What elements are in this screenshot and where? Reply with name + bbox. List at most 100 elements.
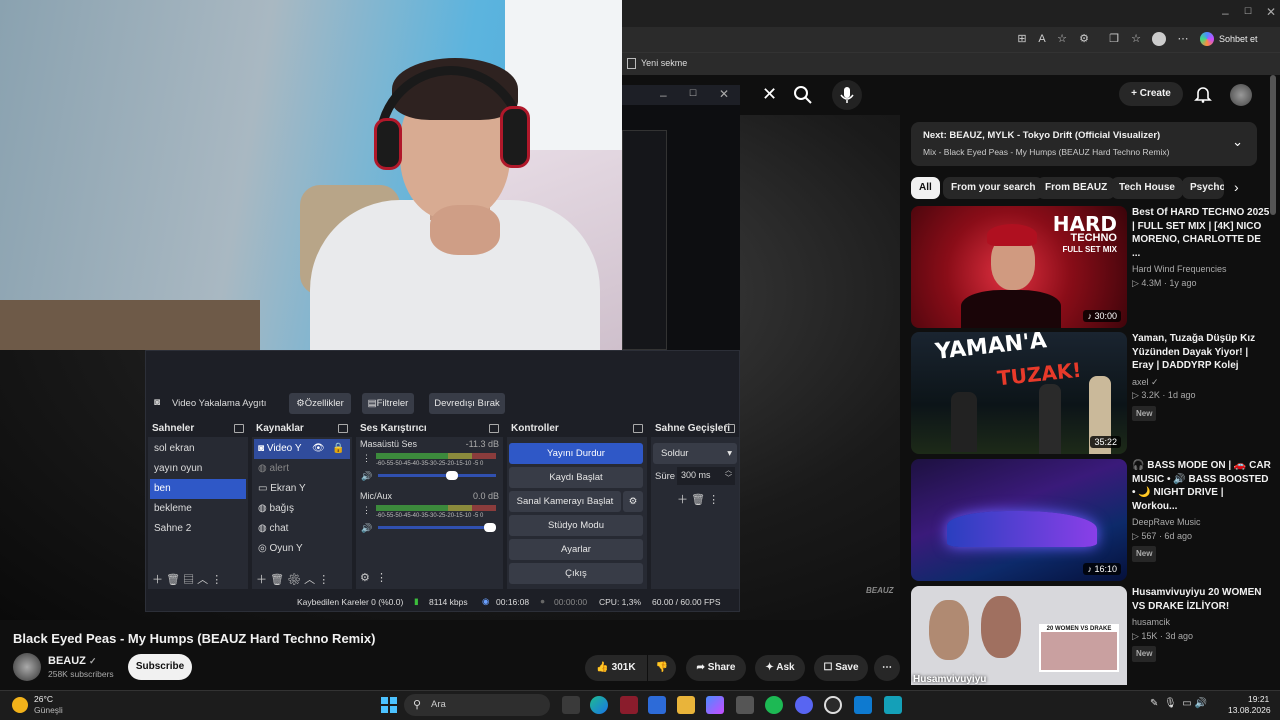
chip-psycho[interactable]: Psycho [1182,177,1224,199]
weather-icon[interactable] [12,697,28,713]
source-item[interactable]: ◍ chat [254,519,350,539]
video-info[interactable]: Yaman, Tuzağa Düşüp Kız Yüzünden Dayak Y… [1132,332,1271,421]
list-item[interactable]: ♪ 16:10 🎧 BASS MODE ON | 🚗 CAR MUSIC • 🔊… [911,459,1271,581]
speaker-icon[interactable]: 🔊 [361,471,372,482]
settings-button[interactable]: Ayarlar [509,539,643,560]
obs-icon[interactable] [824,696,842,714]
virtual-camera-button[interactable]: Sanal Kamerayı Başlat [509,491,621,512]
copilot-icon[interactable] [1200,32,1214,46]
chip-from-beauz[interactable]: From BEAUZ [1037,177,1116,199]
more-icon[interactable]: ⋮ [318,574,329,586]
pen-icon[interactable]: ✎ [1150,698,1158,709]
start-record-button[interactable]: Kaydı Başlat [509,467,643,488]
chevron-right-icon[interactable]: › [1234,179,1239,195]
maximize-icon[interactable]: ☐ [689,88,697,99]
folder-icon[interactable] [677,696,695,714]
gear-icon[interactable]: ⚙ [287,574,301,586]
remove-icon[interactable]: 🗑 [691,494,705,506]
share-button[interactable]: ➦ Share [686,655,746,681]
video-info[interactable]: 🎧 BASS MODE ON | 🚗 CAR MUSIC • 🔊 BASS BO… [1132,459,1271,562]
save-button[interactable]: ☐ Save [814,655,868,681]
collection-icon[interactable]: ☆ [1129,32,1143,46]
extension-icon[interactable]: ⚙ [1077,32,1091,46]
add-icon[interactable]: ＋ [152,574,163,586]
stop-stream-button[interactable]: Yayını Durdur [509,443,643,464]
filters-button[interactable]: ▤Filtreler [362,393,414,414]
close-icon[interactable]: ✕ [719,87,729,101]
subscribe-button[interactable]: Subscribe [128,654,192,680]
new-tab-link[interactable]: Yeni sekme [641,58,687,68]
star-icon[interactable]: ☆ [1055,32,1069,46]
mic-icon[interactable]: 🎙 [1164,698,1177,709]
start-icon[interactable] [381,697,397,713]
more-icon[interactable]: ⋮ [376,572,387,584]
list-item[interactable]: HARD TECHNO FULL SET MIX ♪ 30:00 Best Of… [911,206,1271,328]
clock-time[interactable]: 19:21 [1248,694,1269,704]
video-info[interactable]: Husamvivuyiyu 20 WOMEN VS DRAKE İZLİYOR!… [1132,586,1271,662]
discord-icon[interactable] [795,696,813,714]
properties-button[interactable]: ⚙Özellikler [289,393,351,414]
remove-icon[interactable]: 🗑 [270,574,284,586]
close-icon[interactable]: ✕ [1266,5,1276,19]
add-icon[interactable]: ＋ [677,494,688,506]
remove-icon[interactable]: 🗑 [166,574,180,586]
channel-name[interactable]: Hard Wind Frequencies [1132,263,1271,277]
like-button[interactable]: 👍 301K [585,655,647,681]
source-item[interactable]: ◎ Oyun Y [254,539,350,559]
filter-icon[interactable]: ▤ [183,574,194,586]
weather-temp[interactable]: 26°C [34,694,53,704]
source-item[interactable]: ◍ alert [254,459,350,479]
volume-slider[interactable] [378,471,496,480]
profile-avatar[interactable] [1152,32,1166,46]
ask-button[interactable]: ✦ Ask [755,655,805,681]
channel-name[interactable]: BEAUZ ✓ [48,655,97,667]
channel-name[interactable]: husamcik [1132,616,1271,630]
dock-icon[interactable] [633,424,643,433]
exit-button[interactable]: Çıkış [509,563,643,584]
chip-from-search[interactable]: From your search [943,177,1044,199]
more-actions-button[interactable]: ⋯ [874,655,900,681]
video-info[interactable]: Best Of HARD TECHNO 2025 | FULL SET MIX … [1132,206,1271,290]
up-next-panel[interactable]: Next: BEAUZ, MYLK - Tokyo Drift (Officia… [911,122,1257,166]
app-icon[interactable] [884,696,902,714]
dock-icon[interactable] [725,424,735,433]
chat-button[interactable]: Sohbet et [1219,34,1258,44]
dock-icon[interactable] [234,424,244,433]
channel-name[interactable]: axel ✓ [1132,376,1271,390]
bell-icon[interactable] [1194,85,1212,103]
app-icon[interactable] [736,696,754,714]
account-avatar[interactable] [1230,84,1252,106]
scene-item[interactable]: yayın oyun [150,459,246,479]
maximize-icon[interactable]: ☐ [1244,6,1252,17]
chip-all[interactable]: All [911,177,940,199]
store-icon[interactable] [648,696,666,714]
more-icon[interactable]: ⋯ [1176,32,1190,46]
studio-mode-button[interactable]: Stüdyo Modu [509,515,643,536]
lock-icon[interactable]: 🔒 [332,443,344,454]
volume-icon[interactable]: 🔊 [1194,698,1206,709]
virtual-camera-settings[interactable]: ⚙ [623,491,643,512]
taskview-icon[interactable] [562,696,580,714]
source-item[interactable]: ◙ Video Y 👁 🔒 [254,439,350,459]
up-icon[interactable]: ︿ [304,574,315,586]
video-thumbnail[interactable]: YAMAN'A TUZAK! 35:22 [911,332,1127,454]
gear-icon[interactable]: ⚙ [360,572,370,584]
video-thumbnail[interactable]: 20 WOMEN VS DRAKE Husamvivuyiyu [911,586,1127,685]
more-icon[interactable]: ⋮ [362,505,371,516]
scene-item[interactable]: sol ekran [150,439,246,459]
speaker-icon[interactable]: 🔊 [361,523,372,534]
volume-slider[interactable] [378,523,496,532]
app-icon[interactable] [620,696,638,714]
scene-item[interactable]: bekleme [150,499,246,519]
channel-name[interactable]: DeepRave Music [1132,516,1271,530]
scrollbar[interactable] [1270,75,1276,215]
edge-icon[interactable] [590,696,608,714]
list-item[interactable]: YAMAN'A TUZAK! 35:22 Yaman, Tuzağa Düşüp… [911,332,1271,454]
dock-icon[interactable] [338,424,348,433]
list-item[interactable]: 20 WOMEN VS DRAKE Husamvivuyiyu Husamviv… [911,586,1271,685]
more-icon[interactable]: ⋮ [362,453,371,464]
channel-avatar[interactable] [13,653,41,681]
dislike-button[interactable]: 👎 [648,655,676,681]
scene-item[interactable]: ben [150,479,246,499]
stepper-icon[interactable]: ︿ ﹀ [725,467,732,483]
